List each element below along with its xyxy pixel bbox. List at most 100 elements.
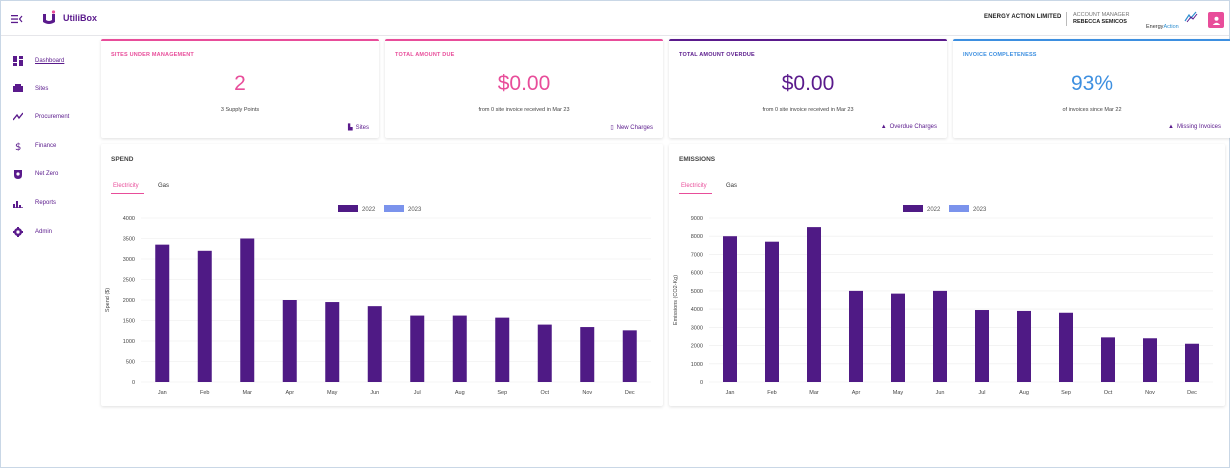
- gear-icon: [13, 227, 23, 237]
- emissions-x-tick-label: Jan: [726, 390, 735, 396]
- sidebar-toggle-icon[interactable]: [11, 14, 23, 24]
- emissions-legend-label-2023: 2023: [973, 207, 987, 213]
- emissions-bar-2022-aug[interactable]: [1017, 310, 1031, 382]
- utilibox-logo-icon: [43, 10, 56, 24]
- energy-action-logo-text-a: Energy: [1146, 24, 1164, 30]
- account-manager-label: ACCOUNT MANAGER: [1073, 12, 1130, 18]
- emissions-y-tick-label: 8000: [691, 234, 703, 240]
- spend-x-tick-label: Mar: [243, 390, 253, 396]
- spend-legend-swatch-2023[interactable]: [384, 205, 404, 212]
- app-logo[interactable]: UtiliBox: [41, 10, 97, 26]
- emissions-x-tick-label: Sep: [1061, 390, 1071, 396]
- spend-bar-2022-dec[interactable]: [622, 330, 637, 382]
- emissions-bar-2022-apr[interactable]: [849, 290, 863, 382]
- spend-legend-swatch-2022[interactable]: [338, 205, 358, 212]
- emissions-legend-label-2022: 2022: [927, 207, 941, 213]
- spend-bar-2022-jul[interactable]: [410, 315, 425, 382]
- emissions-bar-2022-jul[interactable]: [975, 310, 989, 382]
- sidebar-item-procurement[interactable]: Procurement: [13, 110, 69, 124]
- spend-bar-2022-oct[interactable]: [537, 324, 552, 382]
- sidebar-item-sites[interactable]: Sites: [13, 82, 48, 96]
- sites-under-management-card: SITES UNDER MANAGEMENT 2 3 Supply Points ▙ S…: [101, 39, 379, 138]
- spend-x-tick-label: Feb: [200, 390, 209, 396]
- emissions-bar-2022-mar[interactable]: [807, 227, 821, 382]
- app-window: UtiliBox ENERGY ACTION LIMITED ACCOUNT M…: [0, 0, 1230, 468]
- total-amount-overdue-title: TOTAL AMOUNT OVERDUE: [679, 52, 755, 58]
- sidebar-item-label: Reports: [35, 200, 57, 206]
- total-amount-overdue-value: $0.00: [781, 72, 835, 95]
- spend-bar-2022-nov[interactable]: [580, 327, 595, 382]
- spend-x-tick-label: Jun: [370, 390, 379, 396]
- spend-y-tick-label: 4000: [123, 216, 135, 222]
- spend-x-tick-label: Apr: [285, 390, 294, 396]
- spend-bar-2022-mar[interactable]: [240, 238, 255, 383]
- total-amount-due-card: TOTAL AMOUNT DUE $0.00 from 0 site invoice…: [385, 39, 663, 138]
- spend-bar-2022-jun[interactable]: [367, 306, 382, 382]
- sidebar-item-finance[interactable]: $ Finance: [13, 139, 56, 153]
- emissions-x-tick-label: Jun: [936, 390, 945, 396]
- spend-x-tick-label: Jan: [158, 390, 167, 396]
- emissions-y-tick-label: 6000: [691, 271, 703, 277]
- spend-bar-2022-feb[interactable]: [197, 250, 212, 382]
- emissions-y-tick-label: 2000: [691, 344, 703, 350]
- spend-bar-2022-aug[interactable]: [452, 315, 467, 382]
- sidebar-item-dashboard[interactable]: Dashboard: [13, 54, 64, 68]
- sidebar-item-label: Dashboard: [35, 58, 65, 64]
- spend-legend-label-2023: 2023: [408, 207, 422, 213]
- emissions-y-axis-label: Emissions (CO2-Kg): [673, 275, 679, 325]
- emissions-legend-swatch-2023[interactable]: [949, 205, 969, 212]
- sites-icon: [13, 84, 23, 94]
- total-amount-due-subtext: from 0 site invoice received in Mar 23: [478, 107, 570, 113]
- account-manager-name: REBECCA SEMICOS: [1073, 19, 1127, 25]
- spend-bar-2022-may[interactable]: [325, 302, 340, 382]
- emissions-bar-2022-jun[interactable]: [933, 290, 947, 382]
- emissions-bar-chart: 2022 2023 0 1000 2000 3000 4000 5000 6000 7000 800…: [673, 205, 1213, 396]
- sidebar-item-label: Net Zero: [35, 171, 59, 177]
- total-amount-overdue-subtext: from 0 site invoice received in Mar 23: [762, 107, 854, 113]
- top-bar: UtiliBox ENERGY ACTION LIMITED ACCOUNT M…: [1, 1, 1229, 36]
- spend-bar-2022-sep[interactable]: [495, 317, 510, 382]
- energy-action-logo-text: EnergyAction: [1146, 24, 1179, 30]
- emissions-y-tick-label: 4000: [691, 307, 703, 313]
- spend-x-tick-label: Dec: [625, 390, 635, 396]
- spend-bar-2022-apr[interactable]: [282, 300, 297, 382]
- invoice-completeness-subtext: of invoices since Mar 22: [1062, 107, 1122, 113]
- sites-under-management-link[interactable]: ▙ Sites: [348, 124, 369, 132]
- spend-x-tick-label: Nov: [582, 390, 592, 396]
- emissions-bar-2022-jan[interactable]: [723, 236, 737, 382]
- emissions-legend-swatch-2022[interactable]: [903, 205, 923, 212]
- total-amount-overdue-card: TOTAL AMOUNT OVERDUE $0.00 from 0 site inv…: [669, 39, 947, 138]
- emissions-chart-card: EMISSIONS Electricity Gas 2022 2023 0 1000 2…: [669, 144, 1225, 406]
- emissions-bar-2022-oct[interactable]: [1101, 337, 1115, 382]
- spend-bar-2022-jan[interactable]: [155, 244, 170, 382]
- spend-y-tick-label: 500: [126, 360, 135, 366]
- emissions-bar-2022-dec[interactable]: [1185, 343, 1199, 382]
- warning-icon: ▲: [880, 124, 887, 130]
- sidebar-item-label: Procurement: [35, 114, 70, 120]
- emissions-bar-2022-nov[interactable]: [1143, 338, 1157, 382]
- user-icon: [1212, 16, 1220, 25]
- emissions-bar-2022-may[interactable]: [891, 293, 905, 382]
- emissions-y-tick-label: 7000: [691, 252, 703, 258]
- sidebar-item-admin[interactable]: Admin: [13, 225, 52, 239]
- user-menu-button[interactable]: [1208, 12, 1224, 28]
- spend-y-axis-label: Spend ($): [105, 288, 111, 312]
- total-amount-overdue-link[interactable]: ▲ Overdue Charges: [881, 124, 937, 130]
- sidebar-item-label: Sites: [35, 86, 49, 92]
- spend-chart-card: SPEND Electricity Gas 2022 2023 0 500 1000 15…: [101, 144, 663, 406]
- invoice-completeness-link[interactable]: ▲ Missing Invoices: [1168, 124, 1221, 130]
- sidebar-item-net-zero[interactable]: Net Zero: [13, 167, 58, 181]
- company-name: ENERGY ACTION LIMITED: [984, 14, 1062, 20]
- document-icon: ▯: [610, 125, 614, 131]
- emissions-bar-2022-sep[interactable]: [1059, 312, 1073, 382]
- sidebar-item-reports[interactable]: Reports: [13, 196, 56, 210]
- emissions-y-tick-label: 5000: [691, 289, 703, 295]
- total-amount-due-link[interactable]: ▯ New Charges: [610, 124, 653, 132]
- emissions-bar-2022-feb[interactable]: [765, 241, 779, 382]
- invoice-completeness-title: INVOICE COMPLETENESS: [963, 52, 1037, 58]
- app-name: UtiliBox: [63, 13, 98, 23]
- emissions-x-tick-label: May: [893, 390, 904, 396]
- invoice-completeness-value: 93%: [1070, 72, 1114, 95]
- spend-y-tick-label: 1500: [123, 319, 135, 325]
- emissions-x-tick-label: Oct: [1104, 390, 1113, 396]
